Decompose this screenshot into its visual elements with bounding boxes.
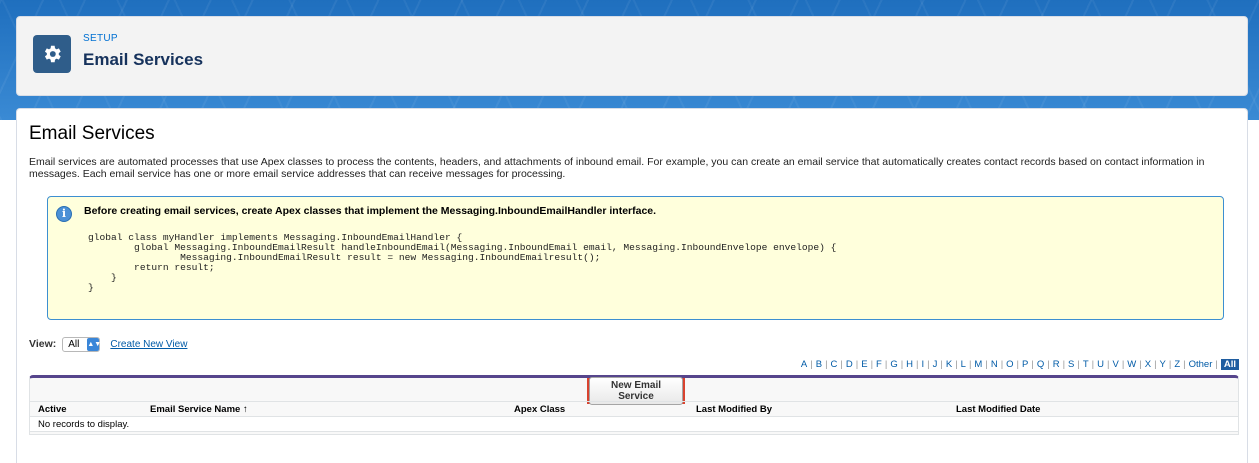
alphabet-filter-c[interactable]: C (831, 359, 838, 370)
alphabet-filter-e[interactable]: E (861, 359, 867, 370)
alphabet-filter-p[interactable]: P (1022, 359, 1028, 370)
alphabet-filter-g[interactable]: G (890, 359, 897, 370)
alphabet-separator: | (985, 359, 988, 370)
alphabet-filter-s[interactable]: S (1068, 359, 1074, 370)
select-arrows-icon: ▲▼ (87, 337, 101, 351)
breadcrumb-setup: SETUP (83, 33, 118, 44)
alphabet-filter: A | B | C | D | E | F | G | H | I | J | K | L | M | N | O | P | Q | R | S | T |… (801, 359, 1239, 370)
view-label: View: (29, 338, 57, 350)
alphabet-filter-other[interactable]: Other (1189, 359, 1213, 370)
alphabet-separator: | (900, 359, 904, 370)
info-icon: i (56, 206, 72, 222)
column-header-email-service-name[interactable]: Email Service Name ↑ (150, 404, 248, 415)
alphabet-filter-n[interactable]: N (991, 359, 998, 370)
gear-icon-graphic (44, 45, 61, 63)
alphabet-separator: | (1121, 359, 1125, 370)
alphabet-separator: | (916, 359, 919, 370)
alphabet-filter-a[interactable]: A (801, 359, 807, 370)
alphabet-filter-z[interactable]: Z (1174, 359, 1180, 370)
alphabet-filter-r[interactable]: R (1053, 359, 1060, 370)
alphabet-filter-b[interactable]: B (816, 359, 822, 370)
column-header-active[interactable]: Active (38, 404, 67, 415)
gear-icon (33, 35, 71, 73)
table-row: No records to display. (30, 416, 1238, 432)
page-header: SETUP Email Services (16, 16, 1248, 96)
alphabet-separator: | (1139, 359, 1142, 370)
column-header-apex-class[interactable]: Apex Class (514, 404, 565, 415)
alphabet-filter-v[interactable]: V (1112, 359, 1118, 370)
alphabet-filter-f[interactable]: F (876, 359, 882, 370)
alphabet-separator: | (840, 359, 843, 370)
alphabet-filter-d[interactable]: D (846, 359, 853, 370)
table-header-row: Active Email Service Name ↑ Apex Class L… (30, 401, 1238, 416)
email-services-list: New Email Service Active Email Service N… (29, 375, 1239, 435)
alphabet-separator: | (1183, 359, 1186, 370)
alphabet-separator: | (955, 359, 958, 370)
alphabet-filter-y[interactable]: Y (1160, 359, 1166, 370)
alphabet-filter-i[interactable]: I (922, 359, 925, 370)
alphabet-separator: | (1062, 359, 1066, 370)
alphabet-separator: | (1107, 359, 1110, 370)
alphabet-separator: | (1168, 359, 1172, 370)
alphabet-separator: | (1091, 359, 1095, 370)
info-message-box: i Before creating email services, create… (47, 196, 1224, 320)
alphabet-separator: | (884, 359, 888, 370)
column-header-last-modified-date[interactable]: Last Modified Date (956, 404, 1040, 415)
alphabet-separator: | (870, 359, 874, 370)
alphabet-separator: | (940, 359, 943, 370)
header-title: Email Services (83, 50, 204, 69)
alphabet-filter-j[interactable]: J (933, 359, 938, 370)
alphabet-separator: | (1215, 359, 1218, 370)
info-message-title: Before creating email services, create A… (84, 205, 657, 217)
column-header-last-modified-by[interactable]: Last Modified By (696, 404, 772, 415)
alphabet-filter-x[interactable]: X (1145, 359, 1151, 370)
alphabet-separator: | (1016, 359, 1020, 370)
alphabet-separator: | (968, 359, 972, 370)
empty-message: No records to display. (38, 419, 130, 430)
code-sample: global class myHandler implements Messag… (88, 232, 837, 293)
page-description: Email services are automated processes t… (29, 156, 1205, 180)
alphabet-filter-q[interactable]: Q (1037, 359, 1044, 370)
main-content: Email Services Email services are automa… (16, 108, 1248, 463)
alphabet-filter-m[interactable]: M (974, 359, 982, 370)
alphabet-separator: | (1000, 359, 1004, 370)
alphabet-separator: | (855, 359, 859, 370)
alphabet-filter-all[interactable]: All (1220, 359, 1239, 370)
view-filter-row: View: All ▲▼ Create New View (29, 335, 187, 353)
alphabet-filter-w[interactable]: W (1127, 359, 1136, 370)
alphabet-filter-k[interactable]: K (946, 359, 952, 370)
alphabet-separator: | (1077, 359, 1080, 370)
alphabet-separator: | (1047, 359, 1050, 370)
alphabet-filter-h[interactable]: H (906, 359, 913, 370)
alphabet-separator: | (1154, 359, 1157, 370)
alphabet-filter-o[interactable]: O (1006, 359, 1013, 370)
page-title: Email Services (29, 123, 155, 144)
alphabet-filter-l[interactable]: L (961, 359, 966, 370)
alphabet-separator: | (927, 359, 930, 370)
alphabet-separator: | (825, 359, 828, 370)
alphabet-separator: | (810, 359, 813, 370)
alphabet-filter-t[interactable]: T (1083, 359, 1089, 370)
create-new-view-link[interactable]: Create New View (110, 339, 187, 350)
view-select-value: All (68, 338, 80, 350)
alphabet-separator: | (1031, 359, 1034, 370)
view-select[interactable]: All ▲▼ (62, 336, 101, 352)
alphabet-filter-u[interactable]: U (1097, 359, 1104, 370)
